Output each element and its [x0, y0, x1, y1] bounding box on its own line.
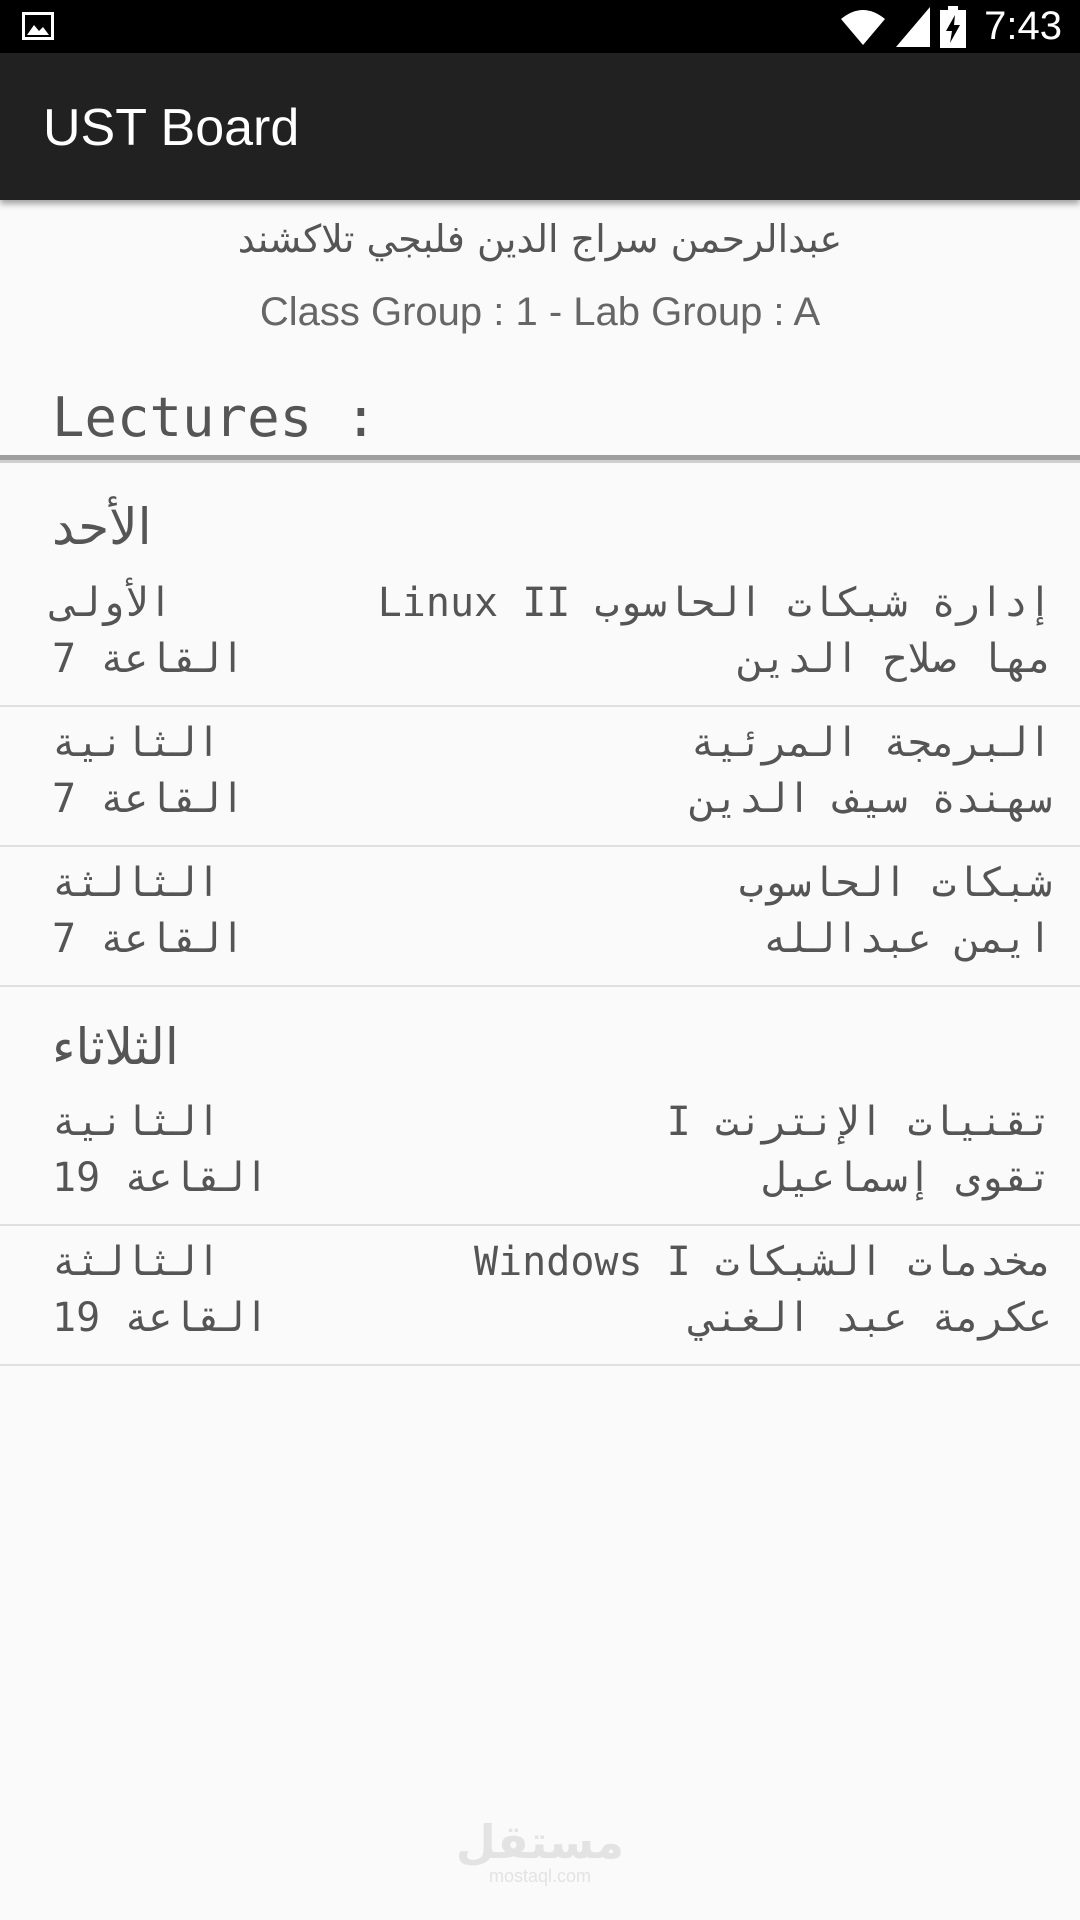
lectures-section-title: Lectures :: [52, 386, 378, 449]
lecture-row[interactable]: إدارة شبكات الحاسوب Linux II مها صلاح ال…: [0, 567, 1080, 707]
lecture-row[interactable]: البرمجة المرئية سهندة سيف الدين الثانية …: [0, 707, 1080, 847]
watermark-logo: مستقل mostaql.com: [0, 1818, 1080, 1886]
signal-icon: [896, 6, 931, 47]
lecture-teacher: مها صلاح الدين: [738, 636, 1052, 682]
gallery-icon: [22, 12, 54, 40]
watermark-main: مستقل: [455, 1815, 625, 1869]
section-divider: [0, 455, 1080, 463]
status-time: 7:43: [984, 4, 1062, 48]
watermark-sub: mostaql.com: [488, 1866, 592, 1886]
student-name: عبدالرحمن سراج الدين فلبجي تلاكشند: [237, 217, 843, 261]
lecture-room: القاعة 7: [52, 916, 245, 962]
lecture-course: إدارة شبكات الحاسوب Linux II: [377, 580, 1052, 626]
app-bar: UST Board: [0, 53, 1080, 200]
lecture-course: شبكات الحاسوب: [738, 860, 1052, 906]
group-info: Class Group : 1 - Lab Group : A: [259, 290, 821, 334]
lecture-teacher: سهندة سيف الدين: [690, 776, 1052, 822]
lecture-period: الثالثة: [52, 1239, 221, 1285]
lecture-row[interactable]: مخدمات الشبكات Windows I عكرمة عبد الغني…: [0, 1226, 1080, 1366]
status-bar: 7:43: [0, 0, 1080, 53]
lecture-row[interactable]: شبكات الحاسوب ايمن عبدالله الثالثة القاع…: [0, 847, 1080, 987]
status-icons: 7:43: [840, 4, 1062, 49]
day-heading: الثلاثاء: [52, 1018, 179, 1076]
lecture-course: البرمجة المرئية: [690, 720, 1052, 766]
lecture-period: الأولى: [52, 580, 173, 626]
wifi-icon: [841, 9, 886, 45]
lecture-teacher: تقوى إسماعيل: [763, 1155, 1052, 1201]
lecture-row[interactable]: تقنيات الإنترنت I تقوى إسماعيل الثانية ا…: [0, 1086, 1080, 1226]
day-heading: الأحد: [52, 498, 152, 556]
lecture-course: مخدمات الشبكات Windows I: [474, 1239, 1052, 1285]
lecture-period: الثانية: [52, 1099, 221, 1145]
app-title: UST Board: [43, 99, 300, 157]
lecture-room: القاعة 19: [52, 1155, 269, 1201]
lecture-course: تقنيات الإنترنت I: [666, 1099, 1052, 1145]
lecture-room: القاعة 7: [52, 636, 245, 682]
lecture-period: الثالثة: [52, 860, 221, 906]
battery-charging-icon: [940, 5, 967, 48]
lecture-teacher: ايمن عبدالله: [763, 916, 1052, 962]
lecture-period: الثانية: [52, 720, 221, 766]
lecture-room: القاعة 7: [52, 776, 245, 822]
lecture-room: القاعة 19: [52, 1295, 269, 1341]
lecture-teacher: عكرمة عبد الغني: [690, 1295, 1052, 1341]
